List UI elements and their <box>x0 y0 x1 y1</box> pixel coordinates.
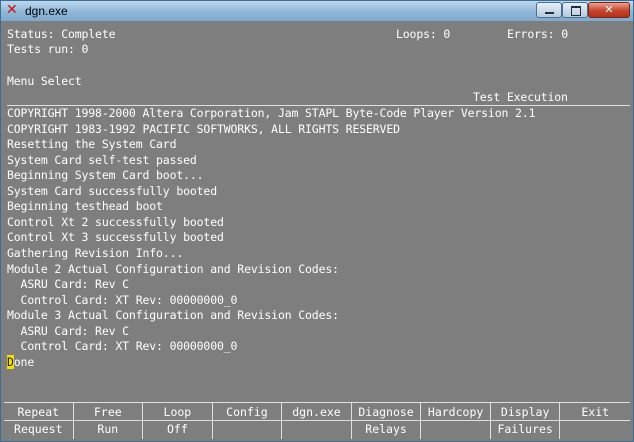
function-key-5[interactable]: dgn.exe <box>282 403 352 439</box>
loops-counter: Loops: 0 <box>396 27 451 41</box>
console-line: Module 2 Actual Configuration and Revisi… <box>7 261 339 276</box>
console-line: Resetting the System Card <box>7 137 177 152</box>
tests-run-counter: Tests run: 0 <box>7 42 89 56</box>
console-line: COPYRIGHT 1983-1992 PACIFIC SOFTWORKS, A… <box>7 121 400 136</box>
console-line: Control Xt 3 successfully booted <box>7 230 224 245</box>
window-title: dgn.exe <box>25 4 68 18</box>
terminal-screen: Status: Complete Loops: 0 Errors: 0 Test… <box>4 25 630 397</box>
function-key-divider <box>73 420 143 421</box>
function-key-divider <box>4 420 73 421</box>
function-key-9[interactable]: Exit <box>560 403 630 439</box>
console-line: ASRU Card: Rev C <box>7 277 130 292</box>
console-line: Module 3 Actual Configuration and Revisi… <box>7 308 339 323</box>
console-line: COPYRIGHT 1998-2000 Altera Corporation, … <box>7 106 536 120</box>
function-key-divider <box>212 420 282 421</box>
function-key-sublabel: Run <box>97 422 119 436</box>
function-key-6[interactable]: Diagnose Relays <box>351 403 422 439</box>
prompt-text: one <box>13 354 35 369</box>
function-key-divider <box>282 420 351 421</box>
console-line: System Card successfully booted <box>7 183 217 198</box>
function-key-sublabel: Off <box>166 422 188 436</box>
console-line: Control Xt 2 successfully booted <box>7 214 224 229</box>
function-key-label: Config <box>226 405 268 419</box>
function-key-label: dgn.exe <box>292 405 341 419</box>
function-key-divider <box>351 420 421 421</box>
function-key-sublabel: Request <box>14 422 63 436</box>
console-line: System Card self-test passed <box>7 152 197 167</box>
function-key-1[interactable]: Repeat Request <box>4 403 74 439</box>
function-key-sublabel: Failures <box>497 422 553 436</box>
function-key-divider <box>421 420 490 421</box>
console-line: ASRU Card: Rev C <box>7 323 130 338</box>
console-line: Control Card: XT Rev: 00000000_0 <box>7 339 238 354</box>
function-key-label: Hardcopy <box>427 405 484 419</box>
function-key-7[interactable]: Hardcopy <box>421 403 491 439</box>
function-key-bar: Repeat Request Free Run Loop Off Config dgn.exe… <box>4 402 630 439</box>
mode-label: Test Execution <box>473 90 568 104</box>
function-key-label: Free <box>93 405 122 419</box>
console-line: Gathering Revision Info... <box>7 245 184 260</box>
close-button[interactable] <box>588 2 630 18</box>
function-key-3[interactable]: Loop Off <box>143 403 213 439</box>
console-line: Control Card: XT Rev: 00000000_0 <box>7 292 238 307</box>
prompt-line: Done <box>7 354 35 370</box>
function-key-label: Diagnose <box>358 405 414 419</box>
console-line: Beginning testhead boot <box>7 199 163 214</box>
title-bar[interactable]: ✕ dgn.exe <box>1 1 633 21</box>
minimize-button[interactable] <box>536 2 562 18</box>
maximize-button[interactable] <box>562 2 588 18</box>
function-key-label: Display <box>500 405 550 419</box>
errors-counter: Errors: 0 <box>507 27 568 41</box>
console-line: Beginning System Card boot... <box>7 168 204 183</box>
function-key-label: Exit <box>581 405 610 419</box>
status-text: Status: Complete <box>7 27 116 41</box>
function-key-2[interactable]: Free Run <box>73 403 144 439</box>
function-key-4[interactable]: Config <box>212 403 283 439</box>
function-key-divider <box>490 420 560 421</box>
menu-select-label: Menu Select <box>7 74 82 88</box>
function-key-label: Repeat <box>17 405 60 419</box>
dgn-window: ✕ dgn.exe Status: Complete Loops: 0 Erro… <box>0 0 634 442</box>
function-key-sublabel: Relays <box>365 422 407 436</box>
text-cursor: D <box>7 354 14 369</box>
function-key-divider <box>143 420 212 421</box>
function-key-8[interactable]: Display Failures <box>490 403 561 439</box>
function-key-divider <box>560 420 630 421</box>
function-key-label: Loop <box>163 405 192 419</box>
app-x-icon: ✕ <box>6 2 18 18</box>
